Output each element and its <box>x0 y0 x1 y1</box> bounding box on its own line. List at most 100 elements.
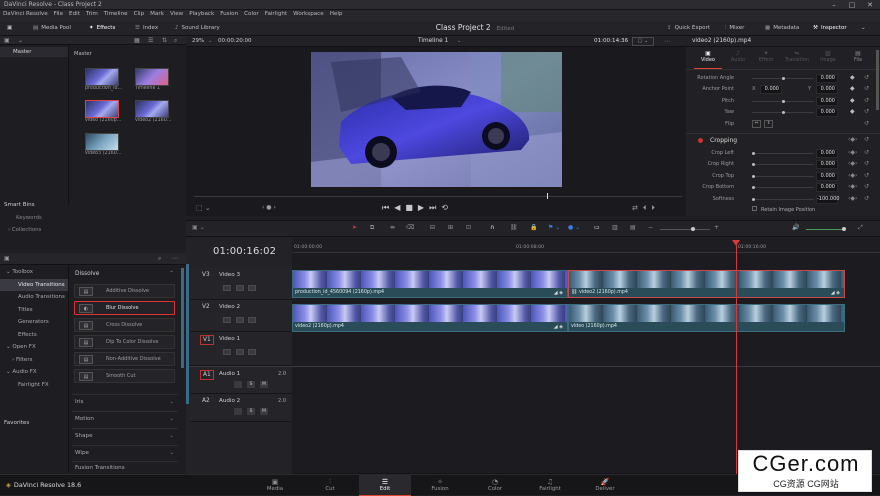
timeline-playhead[interactable] <box>736 241 737 475</box>
param-value[interactable]: 0.000 <box>816 108 838 117</box>
blade-tool-icon[interactable]: ⌫ <box>406 224 414 231</box>
menu-mark[interactable]: Mark <box>147 10 167 18</box>
chevron-down-icon[interactable]: ⌄ <box>205 204 211 212</box>
page-media[interactable]: ▣ Media <box>249 475 301 496</box>
skip-start-icon[interactable]: ⏮ <box>382 203 394 212</box>
retain-image-position-checkbox[interactable]: Retain Image Position <box>752 206 815 213</box>
group-motion[interactable]: Motion ⌄ <box>72 411 178 426</box>
flip-horizontal-icon[interactable]: ⇔ <box>752 120 761 128</box>
sidebar-toggle-icon[interactable]: ▣ <box>4 255 10 262</box>
page-color[interactable]: ◔ Color <box>469 475 521 496</box>
trim-tool-icon[interactable]: ⧉ <box>370 224 374 232</box>
zoom-full-icon[interactable]: ▭ <box>594 224 600 231</box>
param-value[interactable]: 0.000 <box>816 97 838 106</box>
tree-open-fx[interactable]: ⌄ Open FX <box>0 341 68 354</box>
timeline-view-icon[interactable]: ▣ ⌄ <box>192 224 205 231</box>
group-fusion-transitions[interactable]: Fusion Transitions <box>72 461 178 473</box>
solo-button[interactable]: S <box>247 408 255 415</box>
param-value[interactable]: 0.000 <box>816 74 838 83</box>
slider-handle[interactable] <box>782 111 785 114</box>
reset-icon[interactable]: ↺ <box>864 149 869 156</box>
anchor-x-value[interactable]: 0.000 <box>760 85 782 94</box>
zoom-detail-icon[interactable]: ▥ <box>612 224 618 231</box>
track-id[interactable]: V1 <box>200 335 214 345</box>
keyframe-icon[interactable]: ◆ <box>850 85 855 92</box>
transition-item[interactable]: ◐ Blur Dissolve <box>74 301 175 315</box>
linked-selection-icon[interactable]: ⛓ <box>510 224 518 231</box>
slider-handle[interactable] <box>782 77 785 80</box>
menu-timeline[interactable]: Timeline <box>101 10 131 18</box>
auto-select-icon[interactable] <box>236 349 244 355</box>
media-pool-button[interactable]: ▤ Media Pool <box>30 23 74 34</box>
tab-file[interactable]: ▤ File <box>848 50 868 63</box>
param-slider[interactable] <box>752 176 814 177</box>
tree-toolbox[interactable]: ⌄ Toolbox <box>0 266 68 279</box>
track-visibility-icon[interactable] <box>248 349 256 355</box>
track-visibility-icon[interactable] <box>248 317 256 323</box>
mute-button[interactable]: M <box>260 381 268 388</box>
menu-edit[interactable]: Edit <box>66 10 83 18</box>
reset-icon[interactable]: ↺ <box>864 183 869 190</box>
mixer-button[interactable]: ⫶ Mixer <box>722 23 747 34</box>
match-frame-icon[interactable]: ⇄ <box>632 204 643 212</box>
param-slider[interactable] <box>752 199 814 200</box>
bin-master[interactable]: Master <box>0 47 68 57</box>
track-id[interactable]: A2 <box>200 397 212 405</box>
menu-view[interactable]: View <box>167 10 186 18</box>
track-id[interactable]: A1 <box>200 370 214 380</box>
viewer-scrubber[interactable] <box>194 196 682 197</box>
zoom-dropdown-icon[interactable]: ⌄ <box>208 38 212 44</box>
tab-transition[interactable]: ⇋ Transition <box>784 50 810 63</box>
page-cut[interactable]: ⫶ Cut <box>304 475 356 496</box>
transition-item[interactable]: ▤ Cross Dissolve <box>74 318 175 332</box>
tree-titles[interactable]: Titles <box>0 304 68 317</box>
tree-generators[interactable]: Generators <box>0 316 68 329</box>
param-value[interactable]: -100.000 <box>816 195 839 204</box>
mute-button[interactable]: M <box>260 408 268 415</box>
menu-help[interactable]: Help <box>327 10 346 18</box>
group-wipe[interactable]: Wipe ⌄ <box>72 445 178 460</box>
menu-fairlight[interactable]: Fairlight <box>262 10 290 18</box>
zoom-custom-icon[interactable]: ▤ <box>630 224 636 231</box>
tree-audio-fx[interactable]: ⌄ Audio FX <box>0 366 68 379</box>
flag-icon[interactable]: ⚑ ⌄ <box>548 224 560 231</box>
snapping-icon[interactable]: ∩ <box>490 224 494 231</box>
tree-effects[interactable]: Effects <box>0 329 68 342</box>
cropping-section[interactable]: Cropping ‹◆› ↺ <box>686 133 880 146</box>
zoom-level[interactable]: 29% <box>192 38 204 44</box>
keyframe-nav-icon[interactable]: ‹◆› <box>848 160 857 167</box>
tab-image[interactable]: ▨ Image <box>818 50 838 63</box>
smart-bin-keywords[interactable]: Keywords <box>16 215 42 221</box>
zoom-in-icon[interactable]: + <box>714 224 719 231</box>
toolbar-more-icon[interactable]: ⌄ <box>858 23 869 34</box>
sound-library-button[interactable]: ♪ Sound Library <box>172 23 223 34</box>
replace-clip-icon[interactable]: ⊡ <box>466 224 471 231</box>
lock-track-icon[interactable] <box>223 349 231 355</box>
clip-thumb[interactable]: video3 (2160p).mp4 <box>85 133 123 156</box>
slider-handle[interactable] <box>752 152 755 155</box>
page-fairlight[interactable]: ♫ Fairlight <box>524 475 576 496</box>
dissolve-section[interactable]: Dissolve ⌃ <box>72 268 178 280</box>
jog-icon[interactable]: ‹ ● › <box>262 204 276 211</box>
keyframe-nav-icon[interactable]: ‹◆› <box>848 172 857 179</box>
thumbnail-view-icon[interactable]: ▦ <box>134 37 140 44</box>
smart-bin-collections[interactable]: › Collections <box>8 227 41 233</box>
viewer-options-icon[interactable]: ▢ ⌄ <box>632 37 654 46</box>
track-id[interactable]: V3 <box>200 271 212 279</box>
reset-icon[interactable]: ↺ <box>864 85 869 92</box>
reset-icon[interactable]: ↺ <box>864 195 869 202</box>
auto-select-icon[interactable] <box>236 285 244 291</box>
tab-video[interactable]: ▣ Video <box>698 50 718 63</box>
anchor-y-value[interactable]: 0.000 <box>816 85 838 94</box>
options-icon[interactable]: ⋯ <box>172 255 178 262</box>
menu-trim[interactable]: Trim <box>83 10 101 18</box>
lock-track-icon[interactable] <box>234 381 242 388</box>
fullscreen-icon[interactable]: ⤢ <box>858 224 863 232</box>
menu-fusion[interactable]: Fusion <box>217 10 241 18</box>
lock-track-icon[interactable] <box>223 285 231 291</box>
transition-item[interactable]: ▤ Additive Dissolve <box>74 284 175 298</box>
loop-icon[interactable]: ⟲ <box>441 203 453 212</box>
solo-button[interactable]: S <box>247 381 255 388</box>
reset-icon[interactable]: ↺ <box>864 97 869 104</box>
menu-davinci[interactable]: DaVinci Resolve <box>0 10 51 18</box>
